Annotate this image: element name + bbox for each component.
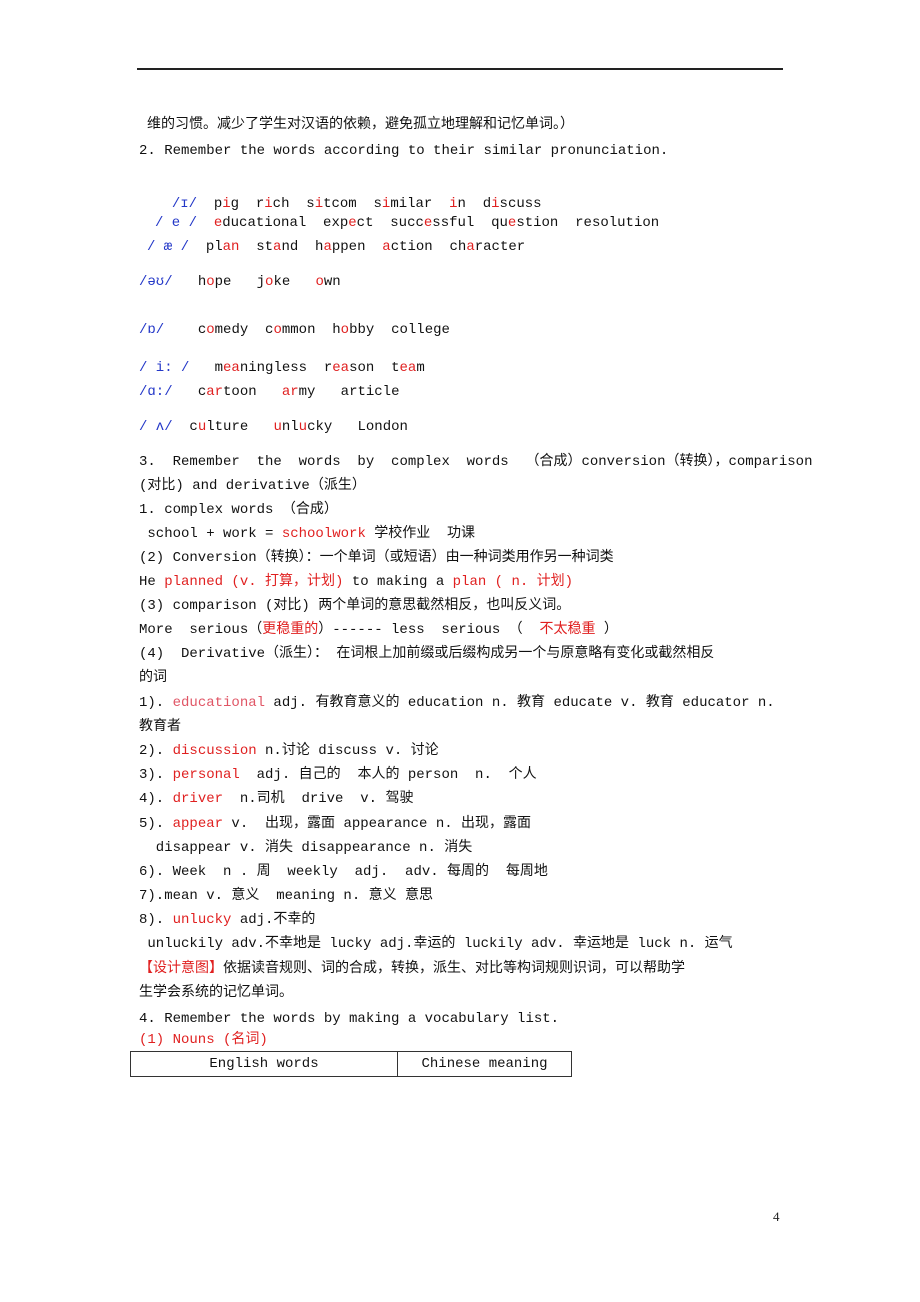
- derivative-item: 6). Week n . 周 weekly adj. adv. 每周的 每周地: [139, 864, 548, 880]
- column-header-english: English words: [130, 1051, 398, 1077]
- highlight-word: 更稳重的: [262, 622, 319, 638]
- column-header-chinese: Chinese meaning: [397, 1051, 572, 1077]
- phonetic-row: / e / educational expect successful ques…: [155, 215, 660, 231]
- derivative-item: 4). driver n.司机 drive v. 驾驶: [139, 791, 414, 807]
- highlight-word: educational: [172, 695, 266, 711]
- derivative-item: 1). educational adj. 有教育意义的 education n.…: [139, 695, 775, 711]
- comparison-example: More serious（更稳重的）------ less serious （ …: [139, 622, 618, 638]
- conversion-example: He planned (v. 打算，计划) to making a plan (…: [139, 574, 574, 590]
- derivative-item: 7).mean v. 意义 meaning n. 意义 意思: [139, 888, 434, 904]
- highlight-word: driver: [172, 791, 224, 807]
- phonetic-row: /ɑ:/ cartoon army article: [139, 384, 400, 400]
- highlight-word: 不太稳重: [539, 622, 596, 638]
- highlight-word: discussion: [172, 743, 257, 759]
- derivative-heading-line1: (4) Derivative（派生）： 在词根上加前缀或后缀构成另一个与原意略有…: [139, 646, 715, 662]
- phonetic-row: /ɪ/ pig rich sitcom similar in discuss: [171, 196, 542, 212]
- section3-title-line1: 3. Remember the words by complex words （…: [139, 454, 813, 470]
- derivative-item-cont: unluckily adv.不幸地是 lucky adj.幸运的 luckily…: [139, 936, 733, 952]
- derivative-heading-line2: 的词: [139, 670, 167, 686]
- derivative-item: 2). discussion n.讨论 discuss v. 讨论: [139, 743, 439, 759]
- phonetic-symbol: / ʌ/: [139, 419, 173, 435]
- derivative-item: 3). personal adj. 自己的 本人的 person n. 个人: [139, 767, 537, 783]
- conversion-heading: (2) Conversion（转换）：一个单词（或短语）由一种词类用作另一种词类: [139, 550, 614, 566]
- derivative-item-cont: 教育者: [139, 719, 181, 735]
- derivative-item-cont: disappear v. 消失 disappearance n. 消失: [139, 840, 473, 856]
- phonetic-row: / æ / plan stand happen action character: [147, 239, 526, 255]
- page-number: 4: [773, 1209, 780, 1224]
- phonetic-symbol: / e /: [155, 215, 198, 231]
- phonetic-symbol: /ɑ:/: [139, 384, 173, 400]
- phonetic-row: / i: / meaningless reason team: [139, 360, 425, 376]
- phonetic-symbol: /ɪ/: [171, 196, 198, 212]
- nouns-subheading: (1) Nouns (名词): [139, 1032, 268, 1048]
- derivative-item: 8). unlucky adj.不幸的: [139, 912, 316, 928]
- design-intent-line2: 生学会系统的记忆单词。: [139, 984, 293, 1000]
- highlight-word: plan ( n. 计划): [452, 574, 574, 590]
- derivative-item: 5). appear v. 出现，露面 appearance n. 出现，露面: [139, 816, 532, 832]
- design-intent-label: 【设计意图】: [139, 960, 223, 976]
- section4-title: 4. Remember the words by making a vocabu…: [139, 1011, 560, 1027]
- table-header-row: English words Chinese meaning: [130, 1051, 572, 1077]
- section3-title-line2: (对比) and derivative（派生）: [139, 478, 366, 494]
- highlight-word: schoolwork: [281, 526, 366, 542]
- comparison-heading: (3) comparison (对比) 两个单词的意思截然相反，也叫反义词。: [139, 598, 571, 614]
- complex-heading: 1. complex words （合成）: [139, 502, 338, 518]
- phonetic-symbol: / i: /: [139, 360, 190, 376]
- complex-example: school + work = schoolwork 学校作业 功课: [139, 526, 476, 542]
- highlight-word: appear: [172, 816, 224, 832]
- highlight-word: planned (v. 打算，计划): [164, 574, 344, 590]
- header-rule: [137, 68, 783, 70]
- highlight-word: personal: [172, 767, 240, 783]
- highlight-word: unlucky: [172, 912, 232, 928]
- phonetic-row: /əʊ/ hope joke own: [139, 274, 341, 290]
- design-intent: 【设计意图】依据读音规则、词的合成，转换，派生、对比等构词规则识词，可以帮助学: [139, 960, 685, 976]
- vocabulary-table: English words Chinese meaning: [130, 1051, 572, 1077]
- phonetic-symbol: / æ /: [147, 239, 190, 255]
- phonetic-symbol: /ɒ/: [139, 322, 165, 338]
- intro-tail: 维的习惯。减少了学生对汉语的依赖，避免孤立地理解和记忆单词。）: [147, 116, 574, 132]
- phonetic-row: / ʌ/ culture unlucky London: [139, 419, 408, 435]
- phonetic-symbol: /əʊ/: [139, 274, 173, 290]
- phonetic-row: /ɒ/ comedy common hobby college: [139, 322, 450, 338]
- section2-title: 2. Remember the words according to their…: [139, 143, 669, 159]
